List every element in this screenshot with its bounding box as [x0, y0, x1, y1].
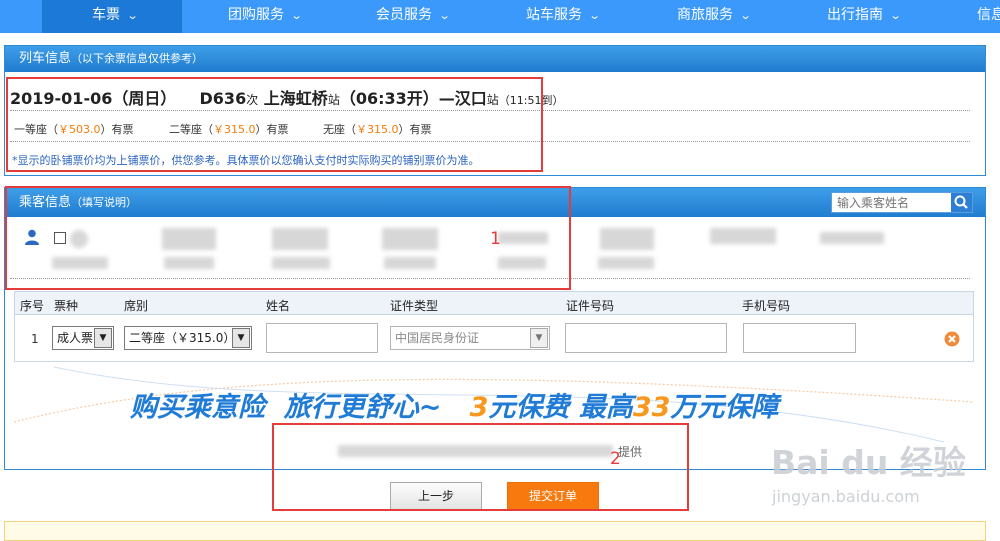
- nav-item-label: 会员服务: [376, 7, 432, 23]
- slogan-text: 万元保障: [670, 392, 779, 423]
- id-type-value: 中国居民身份证: [395, 331, 480, 345]
- annotation-box-train-info: [6, 77, 543, 172]
- chevron-down-icon: ⌄: [438, 9, 451, 22]
- nav-item-info[interactable]: 信息: [977, 0, 1000, 33]
- nav-item-label: 商旅服务: [677, 7, 733, 23]
- nav-item-label: 车票: [92, 7, 120, 23]
- train-info-header: 列车信息（以下余票信息仅供参考）: [5, 46, 985, 72]
- redacted-passenger: [820, 232, 884, 244]
- col-id-number: 证件号码: [566, 299, 615, 313]
- passenger-search-input[interactable]: [832, 193, 950, 212]
- col-phone: 手机号码: [742, 299, 791, 313]
- chevron-down-icon: ▼: [530, 328, 548, 348]
- col-seat-class: 席别: [124, 299, 149, 313]
- ticket-type-value: 成人票: [57, 331, 94, 345]
- annotation-label-2: 2: [610, 449, 621, 469]
- ticket-type-select[interactable]: 成人票 ▼: [52, 326, 114, 350]
- baidu-watermark-url: jingyan.baidu.com: [772, 487, 920, 506]
- nav-item-label: 站车服务: [526, 7, 582, 23]
- insurance-slogan: 购买乘意险 旅行更舒心~ 3元保费 最高33万元保障: [130, 385, 778, 424]
- nav-item-travel-guide[interactable]: 出行指南 ⌄: [827, 0, 902, 33]
- nav-item-station[interactable]: 站车服务 ⌄: [526, 0, 601, 33]
- redacted-passenger: [600, 228, 654, 250]
- baidu-watermark-logo: Bai du 经验: [771, 443, 966, 482]
- phone-input[interactable]: [743, 323, 856, 353]
- nav-item-label: 团购服务: [228, 7, 284, 23]
- panel-subtitle: （以下余票信息仅供参考）: [71, 52, 204, 65]
- passenger-table-header: [14, 291, 974, 315]
- seat-class-select[interactable]: 二等座（￥315.0） ▼: [124, 326, 252, 350]
- delete-row-icon[interactable]: [944, 331, 960, 347]
- chevron-down-icon: ⌄: [290, 9, 303, 22]
- redacted-passenger: [710, 228, 776, 244]
- chevron-down-icon: ▼: [232, 328, 250, 348]
- annotation-box-submit: [272, 423, 689, 511]
- id-type-select[interactable]: 中国居民身份证 ▼: [390, 326, 550, 350]
- chevron-down-icon: ▼: [94, 328, 112, 348]
- chevron-down-icon: ⌄: [126, 9, 139, 22]
- nav-item-label: 信息: [977, 7, 1000, 23]
- nav-item-member[interactable]: 会员服务 ⌄: [376, 0, 451, 33]
- col-index: 序号: [20, 299, 45, 313]
- nav-item-label: 出行指南: [827, 7, 883, 23]
- slogan-number: 3: [469, 392, 489, 423]
- col-id-type: 证件类型: [390, 299, 439, 313]
- id-number-input[interactable]: [565, 323, 727, 353]
- nav-item-business[interactable]: 商旅服务 ⌄: [677, 0, 752, 33]
- panel-title: 列车信息: [19, 51, 72, 66]
- col-ticket-type: 票种: [54, 299, 79, 313]
- search-icon: [954, 195, 968, 209]
- annotation-label-1: 1: [490, 229, 501, 249]
- slogan-text: 元保费 最高: [488, 392, 633, 423]
- chevron-down-icon: ⌄: [588, 9, 601, 22]
- chevron-down-icon: ⌄: [889, 9, 902, 22]
- redacted-passenger: [598, 257, 654, 269]
- chevron-down-icon: ⌄: [739, 9, 752, 22]
- annotation-box-passenger: [5, 186, 571, 290]
- nav-item-tickets[interactable]: 车票 ⌄: [42, 0, 182, 33]
- name-input[interactable]: [266, 323, 378, 353]
- nav-item-group-buy[interactable]: 团购服务 ⌄: [228, 0, 303, 33]
- search-button[interactable]: [951, 193, 972, 212]
- seat-class-value: 二等座（￥315.0）: [129, 331, 236, 345]
- passenger-search: [831, 192, 973, 213]
- slogan-number: 33: [632, 392, 671, 423]
- slogan-text: 购买乘意险 旅行更舒心~: [130, 392, 470, 423]
- notice-bar: [4, 521, 986, 541]
- top-nav: 车票 ⌄ 团购服务 ⌄ 会员服务 ⌄ 站车服务 ⌄ 商旅服务 ⌄ 出行指南 ⌄ 信息: [0, 0, 1000, 33]
- col-name: 姓名: [266, 299, 291, 313]
- row-index: 1: [31, 332, 39, 346]
